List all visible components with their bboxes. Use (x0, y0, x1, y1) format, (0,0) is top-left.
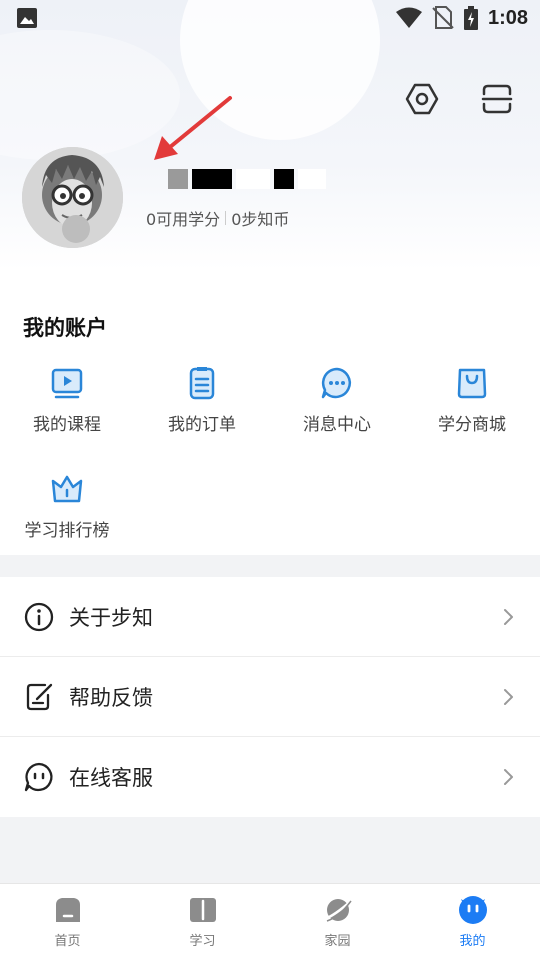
grid-item-label: 我的订单 (168, 415, 236, 435)
image-icon (17, 8, 37, 28)
redaction-block (192, 169, 232, 189)
nav-label: 我的 (459, 934, 486, 949)
battery-charging-icon (463, 6, 478, 30)
order-clipboard-icon (189, 367, 215, 400)
feedback-edit-icon (26, 683, 53, 710)
shopping-bag-icon (457, 368, 487, 399)
list-item-feedback[interactable]: 帮助反馈 (0, 657, 540, 737)
profile-face-icon (458, 896, 487, 924)
status-time: 1:08 (487, 6, 528, 29)
wifi-icon (395, 7, 422, 28)
user-stats: 0可用学分 0步知币 (146, 206, 289, 230)
chevron-right-icon (504, 608, 513, 625)
planet-icon (323, 899, 352, 922)
chat-service-icon (24, 762, 53, 792)
leaderboard-button[interactable]: 学习排行榜 (17, 472, 117, 541)
nav-label: 家园 (324, 934, 351, 949)
list-item-label: 帮助反馈 (69, 685, 153, 710)
avatar-image (22, 147, 123, 248)
book-icon (189, 898, 216, 922)
grid-item-label: 我的课程 (33, 415, 101, 435)
account-section: 我的账户 我的课程 我的订单 消息中心 学分商城 学习排行榜 (0, 270, 540, 555)
my-courses-button[interactable]: 我的课程 (17, 366, 117, 435)
section-title: 我的账户 (23, 316, 107, 340)
grid-item-label: 学习排行榜 (24, 521, 110, 541)
red-arrow-annotation (154, 96, 232, 160)
list-item-label: 在线客服 (69, 766, 153, 790)
message-center-button[interactable]: 消息中心 (287, 366, 387, 435)
nav-item-home[interactable]: 首页 (0, 884, 135, 960)
nav-item-community[interactable]: 家园 (270, 884, 405, 960)
grid-item-label: 消息中心 (303, 415, 371, 435)
coins-label[interactable]: 0步知币 (231, 206, 289, 230)
status-bar: 1:08 (0, 0, 540, 36)
nav-item-study[interactable]: 学习 (135, 884, 270, 960)
chevron-right-icon (504, 688, 513, 705)
scan-button[interactable] (477, 79, 517, 119)
settings-button[interactable] (402, 79, 442, 119)
settings-list: 关于步知 帮助反馈 在线客服 (0, 577, 540, 817)
list-item-label: 关于步知 (69, 605, 153, 630)
redaction-block (236, 169, 270, 189)
redaction-block (298, 169, 326, 189)
message-bubble-icon (321, 367, 351, 399)
list-item-customer-service[interactable]: 在线客服 (0, 737, 540, 817)
list-item-about[interactable]: 关于步知 (0, 577, 540, 657)
scan-icon (481, 84, 513, 114)
crown-icon (51, 475, 83, 503)
grid-item-label: 学分商城 (438, 415, 506, 435)
redaction-block (274, 169, 294, 189)
nav-label: 学习 (189, 934, 216, 949)
my-orders-button[interactable]: 我的订单 (152, 366, 252, 435)
bottom-nav: 首页 学习 家园 我的 (0, 883, 540, 960)
username-redacted (168, 168, 326, 190)
settings-hex-icon (405, 83, 439, 115)
info-icon (24, 602, 54, 631)
avatar[interactable] (22, 147, 123, 248)
course-video-icon (51, 368, 83, 399)
stats-divider (225, 211, 227, 225)
nav-label: 首页 (54, 934, 81, 949)
credits-label[interactable]: 0可用学分 (146, 206, 220, 230)
nav-item-mine[interactable]: 我的 (405, 884, 540, 960)
chevron-right-icon (504, 769, 513, 785)
no-sim-icon (432, 6, 454, 29)
credit-mall-button[interactable]: 学分商城 (422, 366, 522, 435)
home-icon (55, 898, 80, 922)
redaction-block (168, 169, 188, 189)
